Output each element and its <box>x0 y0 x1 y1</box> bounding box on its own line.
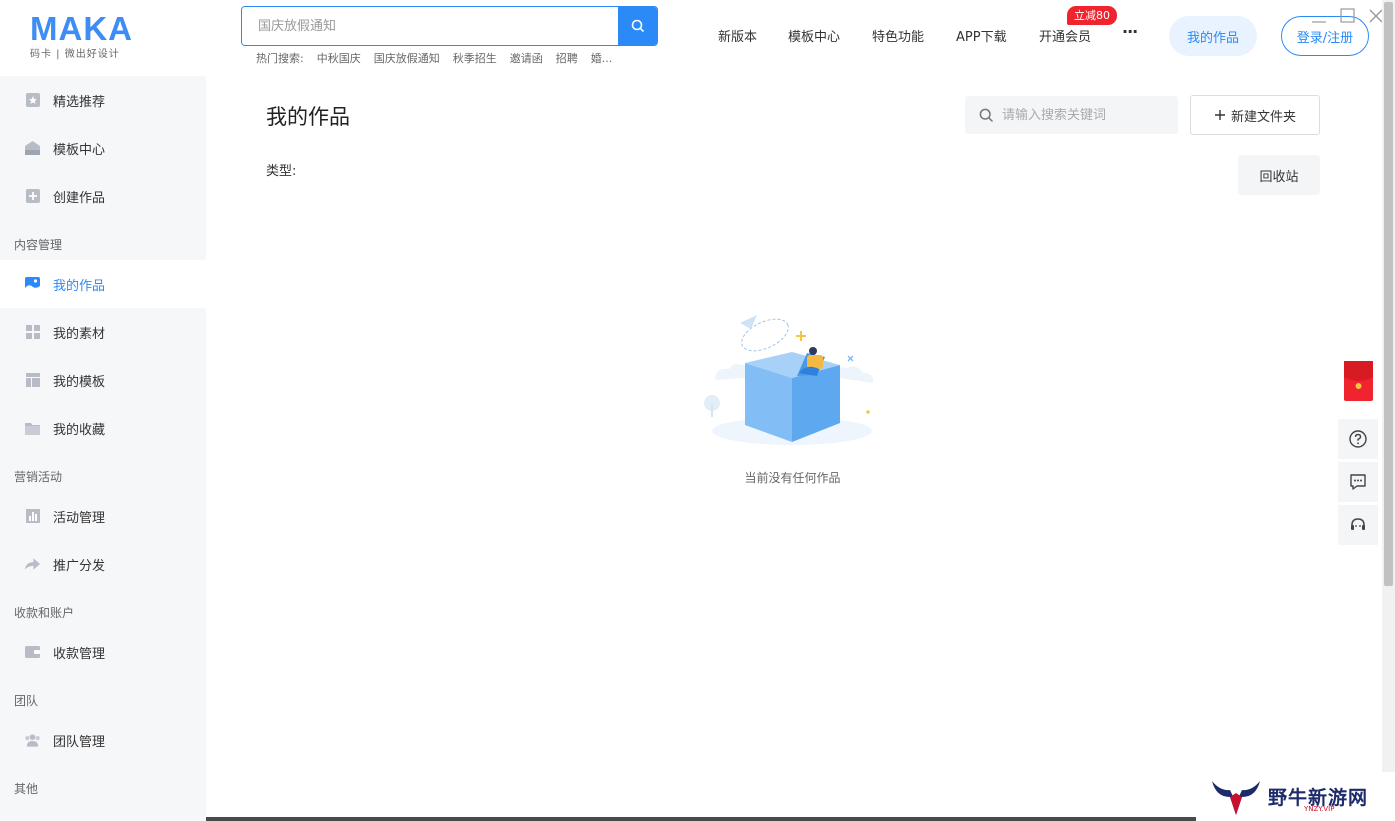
vertical-scrollbar[interactable] <box>1382 0 1395 821</box>
sidebar-section-title: 内容管理 <box>14 238 63 252</box>
sidebar-item-label: 模板中心 <box>53 142 106 158</box>
sidebar-item-label: 我的作品 <box>53 278 106 294</box>
nav-app-download[interactable]: APP下载 <box>956 26 1007 45</box>
sidebar-item-label: 活动管理 <box>53 510 106 526</box>
empty-box-illustration <box>704 315 874 445</box>
hot-search-item[interactable]: 中秋国庆 <box>317 50 361 66</box>
hot-search-list: 热门搜索: 中秋国庆 国庆放假通知 秋季招生 邀请函 招聘 婚... <box>256 50 612 66</box>
more-menu-button[interactable]: ··· <box>1122 22 1138 41</box>
sidebar-item-label: 收款管理 <box>53 646 106 662</box>
site-watermark: 野牛新游网 YNZY.VIP <box>1198 772 1395 821</box>
logo-brand: MAKA <box>30 10 133 47</box>
sidebar-item-promotion[interactable]: 推广分发 <box>0 540 206 588</box>
watermark-sub: YNZY.VIP <box>1304 805 1335 813</box>
sidebar-item-label: 我的收藏 <box>53 422 106 438</box>
empty-state-text: 当前没有任何作品 <box>744 471 841 485</box>
folder-icon <box>24 420 41 437</box>
sidebar-item-label: 团队管理 <box>53 734 106 750</box>
sidebar-item-featured[interactable]: 精选推荐 <box>0 76 206 124</box>
hot-search-item[interactable]: 婚... <box>591 50 613 66</box>
plus-icon <box>1214 110 1225 120</box>
grid-icon <box>24 324 41 341</box>
nav-features[interactable]: 特色功能 <box>872 26 924 45</box>
bar-chart-icon <box>24 508 41 525</box>
search-button[interactable] <box>618 7 657 45</box>
new-folder-label: 新建文件夹 <box>1230 109 1296 125</box>
customer-service-button[interactable] <box>1338 505 1378 545</box>
red-packet-icon <box>1344 361 1373 389</box>
sidebar-item-my-templates[interactable]: 我的模板 <box>0 356 206 404</box>
chat-icon <box>1350 474 1366 490</box>
type-filter-label: 类型: <box>266 164 297 179</box>
sidebar: 精选推荐 模板中心 创建作品 内容管理 我的作品 我的素材 我的模板 我的收藏 … <box>0 76 206 821</box>
headset-icon <box>1351 518 1365 530</box>
my-works-button[interactable]: 我的作品 <box>1169 16 1257 56</box>
nav-vip[interactable]: 开通会员 <box>1039 26 1091 45</box>
sidebar-item-activity[interactable]: 活动管理 <box>0 492 206 540</box>
works-search <box>965 96 1178 134</box>
sidebar-item-my-works[interactable]: 我的作品 <box>0 260 206 308</box>
app-window: MAKA 码卡 | 微出好设计 热门搜索: 中秋国庆 国庆放假通知 秋季招生 邀… <box>0 0 1395 821</box>
template-icon <box>24 140 41 157</box>
sidebar-item-label: 我的素材 <box>53 326 106 342</box>
red-packet-button[interactable] <box>1344 361 1373 401</box>
template-search <box>241 6 658 46</box>
team-icon <box>24 732 41 749</box>
works-search-input[interactable] <box>1002 107 1172 123</box>
logo-tagline: 码卡 | 微出好设计 <box>30 49 120 60</box>
bull-logo-icon <box>1212 780 1260 815</box>
image-icon <box>24 276 41 293</box>
search-icon <box>631 19 644 33</box>
sidebar-item-template-center[interactable]: 模板中心 <box>0 124 206 172</box>
share-arrow-icon <box>24 556 41 573</box>
hot-search-item[interactable]: 国庆放假通知 <box>374 50 440 66</box>
star-icon <box>24 92 41 109</box>
layout-icon <box>24 372 41 389</box>
sidebar-section-title: 其他 <box>14 782 39 796</box>
maka-logo[interactable]: MAKA 码卡 | 微出好设计 <box>30 10 142 60</box>
recycle-bin-button[interactable]: 回收站 <box>1238 155 1320 195</box>
sidebar-item-label: 创建作品 <box>53 190 106 206</box>
sidebar-item-payments[interactable]: 收款管理 <box>0 628 206 676</box>
page-title: 我的作品 <box>266 105 350 129</box>
plus-square-icon <box>24 188 41 205</box>
template-search-input[interactable] <box>242 7 618 45</box>
sidebar-section-title: 团队 <box>14 694 39 708</box>
sidebar-item-label: 推广分发 <box>53 558 106 574</box>
sidebar-section-title: 收款和账户 <box>14 606 75 620</box>
hot-search-item[interactable]: 秋季招生 <box>453 50 497 66</box>
hot-search-label: 热门搜索: <box>256 52 304 65</box>
nav-new-version[interactable]: 新版本 <box>718 26 757 45</box>
scrollbar-thumb[interactable] <box>1384 2 1393 586</box>
wallet-icon <box>24 644 41 661</box>
help-button[interactable] <box>1338 419 1378 459</box>
sidebar-item-create[interactable]: 创建作品 <box>0 172 206 220</box>
sidebar-item-my-favorites[interactable]: 我的收藏 <box>0 404 206 452</box>
new-folder-button[interactable]: 新建文件夹 <box>1190 95 1320 135</box>
sidebar-item-label: 精选推荐 <box>53 94 106 110</box>
sidebar-item-label: 我的模板 <box>53 374 106 390</box>
feedback-button[interactable] <box>1338 462 1378 502</box>
sidebar-item-my-materials[interactable]: 我的素材 <box>0 308 206 356</box>
question-icon <box>1349 430 1367 448</box>
search-icon <box>979 108 994 122</box>
maximize-icon[interactable] <box>1340 8 1355 23</box>
promo-badge: 立减80 <box>1067 6 1117 25</box>
hot-search-item[interactable]: 邀请函 <box>510 50 543 66</box>
hot-search-item[interactable]: 招聘 <box>556 50 578 66</box>
nav-template-center[interactable]: 模板中心 <box>788 26 840 45</box>
sidebar-item-team[interactable]: 团队管理 <box>0 716 206 764</box>
minimize-icon[interactable] <box>1311 14 1327 24</box>
horizontal-scrollbar[interactable] <box>206 817 1196 821</box>
